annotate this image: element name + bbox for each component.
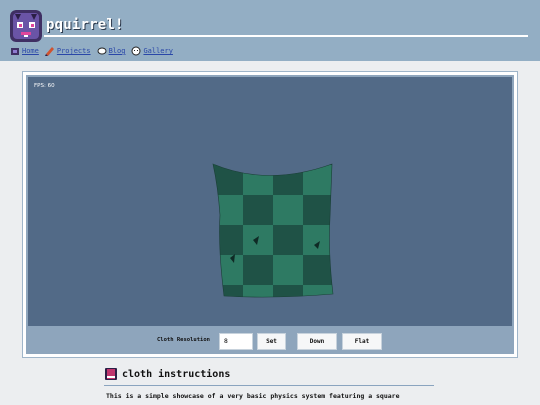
cloth-resolution-label: Cloth Resolution (157, 337, 210, 343)
flat-button[interactable]: Flat (342, 333, 382, 350)
demo-frame: FPS: 60 Cloth Resolution 8 Set Down Flat (22, 71, 518, 358)
cloth-resolution-input[interactable]: 8 (219, 333, 253, 350)
set-button[interactable]: Set (257, 333, 286, 350)
demo-panel: FPS: 60 Cloth Resolution 8 Set Down Flat (26, 75, 514, 354)
cloth-canvas[interactable]: FPS: 60 (28, 77, 512, 326)
home-icon (11, 48, 19, 55)
down-button[interactable]: Down (297, 333, 337, 350)
section-heading: cloth instructions (104, 367, 230, 381)
nav-home-label[interactable]: Home (22, 47, 39, 55)
book-icon (105, 368, 117, 380)
main-nav: Home Projects Blog Gallery (10, 44, 173, 58)
smiley-icon (131, 46, 141, 56)
site-header: pquirrel! Home Projects Blog Gallery (0, 0, 540, 61)
nav-home[interactable]: Home (10, 46, 39, 56)
title-divider (44, 35, 528, 37)
nav-blog-label[interactable]: Blog (109, 47, 126, 55)
pencil-icon (44, 47, 54, 56)
nav-projects-label[interactable]: Projects (57, 47, 91, 55)
nav-projects[interactable]: Projects (44, 46, 91, 56)
site-title[interactable]: pquirrel! (46, 17, 124, 33)
section-divider (104, 385, 434, 386)
nav-gallery[interactable]: Gallery (131, 46, 173, 56)
cloth-controls: Cloth Resolution 8 Set Down Flat (26, 326, 514, 354)
nav-gallery-label[interactable]: Gallery (143, 47, 173, 55)
leaf-icon (97, 47, 107, 55)
section-title: cloth instructions (122, 368, 231, 380)
cloth-mesh (212, 163, 334, 298)
section-body: This is a simple showcase of a very basi… (106, 392, 400, 400)
purple-squirrel-icon[interactable] (10, 10, 42, 42)
nav-blog[interactable]: Blog (97, 46, 126, 56)
